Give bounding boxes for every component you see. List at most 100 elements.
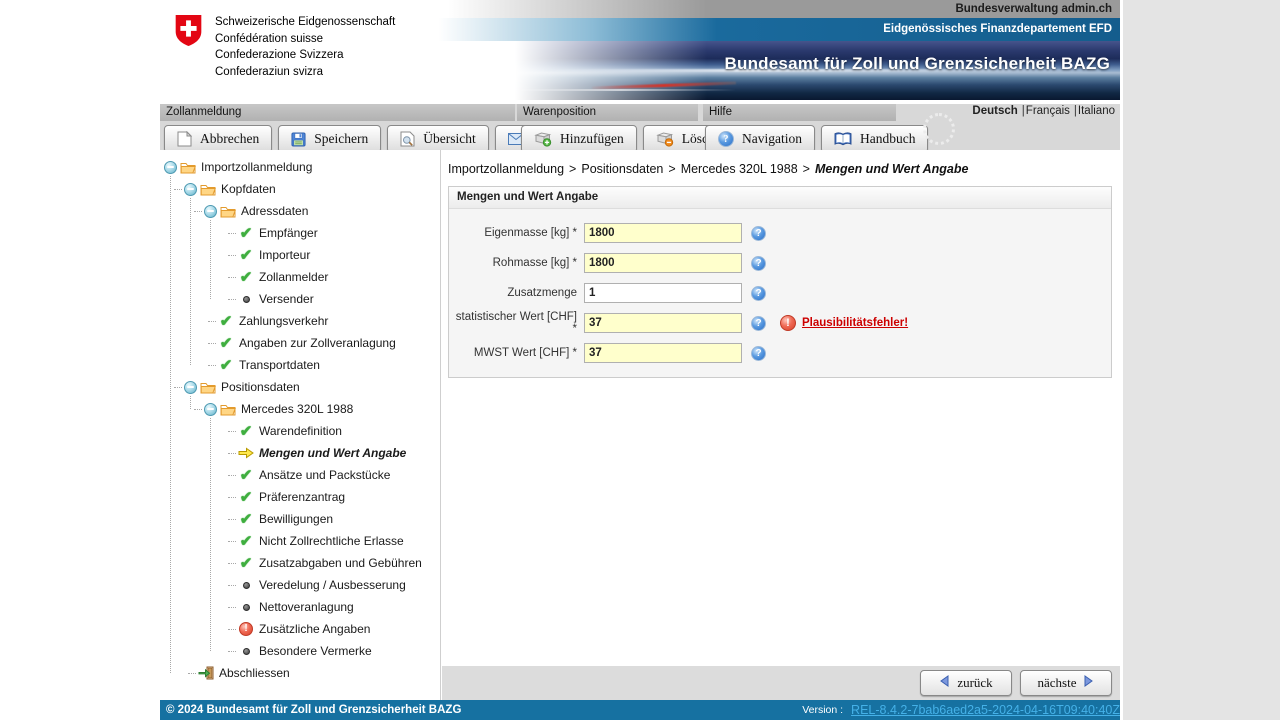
tree-item-bewilligungen[interactable]: ✔Bewilligungen: [160, 508, 440, 530]
tree-item-zusatzabgaben-und-geb-hren[interactable]: ✔Zusatzabgaben und Gebühren: [160, 552, 440, 574]
abbrechen-button[interactable]: Abbrechen: [164, 125, 272, 153]
tree-branch-line: [228, 431, 236, 432]
tree-branch-line: [228, 475, 236, 476]
tree-branch-line: [228, 453, 236, 454]
tree-item-label: Adressdaten: [241, 204, 308, 218]
tree-collapse-icon[interactable]: [184, 381, 197, 394]
check-icon: ✔: [218, 357, 234, 373]
naechste-button[interactable]: nächste: [1020, 670, 1112, 696]
toolbar-buttons-hilfe: ? Navigation Handbuch: [705, 125, 928, 153]
tree-item-ans-tze-und-packst-cke[interactable]: ✔Ansätze und Packstücke: [160, 464, 440, 486]
help-circle-icon[interactable]: ?: [751, 226, 766, 241]
tree-item-mercedes-320l-1988[interactable]: Mercedes 320L 1988: [160, 398, 440, 420]
form-row-eigenmasse: Eigenmasse [kg] * ?: [449, 218, 1111, 248]
swiss-confederation-logo: Schweizerische Eidgenossenschaft Confédé…: [175, 14, 395, 80]
tree-branch-line: [228, 277, 236, 278]
handbuch-button-label: Handbuch: [860, 131, 915, 147]
tree-item-veredelung-ausbesserung[interactable]: Veredelung / Ausbesserung: [160, 574, 440, 596]
breadcrumb-separator: >: [668, 162, 675, 176]
tree-branch-line: [208, 365, 216, 366]
rohmasse-input[interactable]: [584, 253, 742, 273]
uebersicht-button-label: Übersicht: [423, 131, 475, 147]
plausibility-error: ! Plausibilitätsfehler!: [780, 315, 908, 331]
hinzufuegen-button[interactable]: Hinzufügen: [521, 125, 637, 153]
uebersicht-button[interactable]: Übersicht: [387, 125, 488, 153]
field-label: Rohmasse [kg] *: [449, 257, 577, 269]
tree-item-label: Mercedes 320L 1988: [241, 402, 353, 416]
statistischer-wert-input[interactable]: [584, 313, 742, 333]
eigenmasse-input[interactable]: [584, 223, 742, 243]
tree-item-label: Zusätzliche Angaben: [259, 622, 370, 636]
save-floppy-icon: [291, 132, 306, 147]
tree-item-zus-tzliche-angaben[interactable]: !Zusätzliche Angaben: [160, 618, 440, 640]
help-circle-icon[interactable]: ?: [751, 286, 766, 301]
form-row-statistischer-wert: statistischer Wert [CHF] * ? ! Plausibil…: [449, 308, 1111, 338]
page-right-gutter: [1121, 0, 1280, 720]
tree-item-angaben-zur-zollveranlagung[interactable]: ✔Angaben zur Zollveranlagung: [160, 332, 440, 354]
back-arrow-icon: [939, 675, 950, 691]
mengen-und-wert-panel: Mengen und Wert Angabe Eigenmasse [kg] *…: [448, 186, 1112, 378]
tree-item-mengen-und-wert-angabe[interactable]: Mengen und Wert Angabe: [160, 442, 440, 464]
tree-item-versender[interactable]: Versender: [160, 288, 440, 310]
banner-red-light-streak: [592, 82, 736, 90]
zurueck-button[interactable]: zurück: [920, 670, 1012, 696]
handbuch-button[interactable]: Handbuch: [821, 125, 928, 153]
tree-item-transportdaten[interactable]: ✔Transportdaten: [160, 354, 440, 376]
tree-item-nicht-zollrechtliche-erlasse[interactable]: ✔Nicht Zollrechtliche Erlasse: [160, 530, 440, 552]
next-arrow-icon: [1083, 675, 1094, 691]
tree-item-zahlungsverkehr[interactable]: ✔Zahlungsverkehr: [160, 310, 440, 332]
help-circle-icon[interactable]: ?: [751, 346, 766, 361]
tree-item-label: Zahlungsverkehr: [239, 314, 328, 328]
toolbar-group-hilfe: Hilfe: [703, 104, 896, 121]
breadcrumb: Importzollanmeldung>Positionsdaten>Merce…: [442, 150, 1120, 176]
navigation-button-label: Navigation: [742, 131, 802, 147]
tree-branch-line: [228, 233, 236, 234]
tree-branch-line: [228, 629, 236, 630]
tree-item-empf-nger[interactable]: ✔Empfänger: [160, 222, 440, 244]
tree-item-nettoveranlagung[interactable]: Nettoveranlagung: [160, 596, 440, 618]
tree-item-warendefinition[interactable]: ✔Warendefinition: [160, 420, 440, 442]
logo-line: Schweizerische Eidgenossenschaft: [215, 14, 395, 31]
tree-item-importeur[interactable]: ✔Importeur: [160, 244, 440, 266]
language-separator: |: [1022, 105, 1025, 117]
check-icon: ✔: [238, 489, 254, 505]
footer-bar: © 2024 Bundesamt für Zoll und Grenzsiche…: [160, 700, 1120, 720]
speichern-button[interactable]: Speichern: [278, 125, 381, 153]
tree-item-besondere-vermerke[interactable]: Besondere Vermerke: [160, 640, 440, 662]
version-link[interactable]: REL-8.4.2-7bab6aed2a5-2024-04-16T09:40:4…: [851, 703, 1120, 717]
tree-collapse-icon[interactable]: [184, 183, 197, 196]
tree-item-pr-ferenzantrag[interactable]: ✔Präferenzantrag: [160, 486, 440, 508]
tree-item-label: Besondere Vermerke: [259, 644, 372, 658]
tree-item-positionsdaten[interactable]: Positionsdaten: [160, 376, 440, 398]
panel-body: Eigenmasse [kg] * ? Rohmasse [kg] * ? Zu…: [449, 209, 1111, 377]
tree-item-kopfdaten[interactable]: Kopfdaten: [160, 178, 440, 200]
tree-item-label: Empfänger: [259, 226, 318, 240]
tree-branch-line: [174, 387, 182, 388]
tree-item-abschliessen[interactable]: Abschliessen: [160, 662, 440, 684]
field-label: Zusatzmenge: [449, 287, 577, 299]
language-deutsch[interactable]: Deutsch: [972, 105, 1017, 117]
tree-branch-line: [228, 563, 236, 564]
tree-collapse-icon[interactable]: [204, 403, 217, 416]
mwst-wert-input[interactable]: [584, 343, 742, 363]
language-italiano[interactable]: Italiano: [1078, 105, 1115, 117]
tree-collapse-icon[interactable]: [164, 161, 177, 174]
tree-item-importzollanmeldung[interactable]: Importzollanmeldung: [160, 156, 440, 178]
tree-rows: ImportzollanmeldungKopfdaten Adressdaten ✔…: [160, 156, 440, 684]
tree-item-adressdaten[interactable]: Adressdaten: [160, 200, 440, 222]
language-francais[interactable]: Français: [1026, 105, 1070, 117]
navigation-button[interactable]: ? Navigation: [705, 125, 815, 153]
plausibility-error-link[interactable]: Plausibilitätsfehler!: [802, 317, 908, 329]
zusatzmenge-input[interactable]: [584, 283, 742, 303]
logo-line: Confederazione Svizzera: [215, 47, 395, 64]
finish-door-icon: [198, 665, 214, 681]
help-circle-icon[interactable]: ?: [751, 256, 766, 271]
tree-item-label: Veredelung / Ausbesserung: [259, 578, 406, 592]
office-title: Bundesamt für Zoll und Grenzsicherheit B…: [725, 54, 1110, 74]
tree-collapse-icon[interactable]: [204, 205, 217, 218]
current-arrow-icon: [238, 445, 254, 461]
help-circle-icon[interactable]: ?: [751, 316, 766, 331]
tree-item-label: Nettoveranlagung: [259, 600, 354, 614]
tree-item-zollanmelder[interactable]: ✔Zollanmelder: [160, 266, 440, 288]
tree-branch-line: [228, 519, 236, 520]
